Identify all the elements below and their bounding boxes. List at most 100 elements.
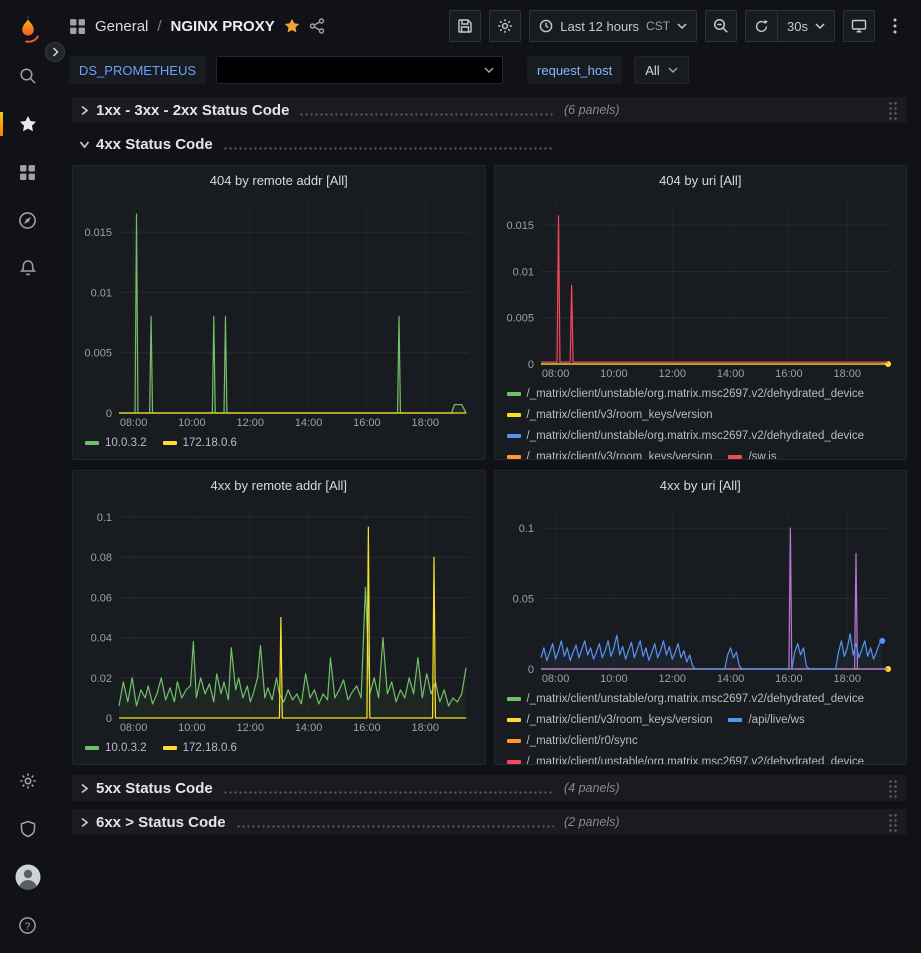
share-button[interactable] <box>309 18 325 34</box>
svg-text:14:00: 14:00 <box>295 722 323 734</box>
legend-swatch <box>507 455 521 459</box>
refresh-button-group: 30s <box>745 10 835 42</box>
time-series-chart[interactable]: 08:0010:0012:0014:0016:0018:0000.0050.01… <box>501 194 901 381</box>
breadcrumb: General / NGINX PROXY <box>69 18 325 35</box>
chevron-down-icon <box>484 67 494 73</box>
legend-item[interactable]: /_matrix/client/unstable/org.matrix.msc2… <box>507 688 865 709</box>
dashboard-settings-button[interactable] <box>489 10 521 42</box>
refresh-interval-dropdown[interactable]: 30s <box>777 10 835 42</box>
time-series-chart[interactable]: 08:0010:0012:0014:0016:0018:0000.050.1 <box>501 499 901 686</box>
cycle-view-mode-button[interactable] <box>843 10 875 42</box>
time-series-chart[interactable]: 08:0010:0012:0014:0016:0018:0000.0050.01… <box>79 194 479 430</box>
row-4xx[interactable]: 4xx Status Code <box>72 131 907 157</box>
gear-icon <box>497 18 513 34</box>
chart-legend: 10.0.3.2 172.18.0.6 <box>73 430 485 459</box>
explore-nav-item[interactable] <box>0 196 55 244</box>
grafana-app: ? General / NGINX PROXY <box>0 0 921 953</box>
panel-title[interactable]: 404 by remote addr [All] <box>73 166 485 194</box>
panel-title[interactable]: 4xx by uri [All] <box>495 471 907 499</box>
svg-text:18:00: 18:00 <box>411 722 439 734</box>
legend-label: /sw.js <box>748 451 776 460</box>
legend-swatch <box>507 739 521 743</box>
legend-item[interactable]: 10.0.3.2 <box>85 737 147 758</box>
svg-text:12:00: 12:00 <box>236 722 264 734</box>
datasource-variable-select[interactable] <box>216 56 503 84</box>
svg-text:14:00: 14:00 <box>716 368 744 380</box>
request-host-variable-select[interactable]: All <box>634 56 688 84</box>
search-nav-item[interactable] <box>0 52 55 100</box>
svg-text:18:00: 18:00 <box>833 673 861 685</box>
dashboards-nav-item[interactable] <box>0 148 55 196</box>
row-panel-count: (2 panels) <box>564 815 620 829</box>
svg-text:0: 0 <box>106 713 112 725</box>
svg-text:0.05: 0.05 <box>512 594 533 606</box>
svg-text:18:00: 18:00 <box>411 417 439 429</box>
legend-item[interactable]: /_matrix/client/v3/room_keys/version <box>507 709 713 730</box>
legend-swatch <box>163 441 177 445</box>
save-dashboard-button[interactable] <box>449 10 481 42</box>
legend-swatch <box>85 441 99 445</box>
dashboard-title[interactable]: NGINX PROXY <box>171 18 275 35</box>
chevron-down-icon <box>815 23 825 29</box>
more-options-button[interactable] <box>883 10 907 42</box>
server-admin-nav-item[interactable] <box>0 805 55 853</box>
legend-label: 10.0.3.2 <box>105 742 147 754</box>
chevron-right-icon <box>52 47 59 57</box>
panel-title[interactable]: 4xx by remote addr [All] <box>73 471 485 499</box>
row-5xx[interactable]: 5xx Status Code (4 panels) <box>72 775 907 801</box>
user-profile-nav-item[interactable] <box>0 853 55 901</box>
sidebar-expand-button[interactable] <box>45 42 65 62</box>
datasource-variable-label[interactable]: DS_PROMETHEUS <box>69 56 206 84</box>
legend-item[interactable]: /api/live/ws <box>728 709 804 730</box>
breadcrumb-folder[interactable]: General <box>95 18 148 35</box>
legend-item[interactable]: 10.0.3.2 <box>85 432 147 453</box>
row-6xx[interactable]: 6xx > Status Code (2 panels) <box>72 809 907 835</box>
bell-icon <box>19 259 37 277</box>
row-drag-handle[interactable] <box>888 779 898 798</box>
row-1xx-3xx-2xx[interactable]: 1xx - 3xx - 2xx Status Code (6 panels) <box>72 97 907 123</box>
legend-item[interactable]: /_matrix/client/v3/room_keys/version <box>507 446 713 459</box>
time-range-picker[interactable]: Last 12 hours CST <box>529 10 697 42</box>
panel-404-by-uri: 404 by uri [All] 08:0010:0012:0014:0016:… <box>494 165 908 460</box>
dashboard-grid-icon <box>69 18 86 35</box>
row-drag-handle[interactable] <box>888 813 898 832</box>
svg-text:0.01: 0.01 <box>91 287 112 299</box>
panel-title[interactable]: 404 by uri [All] <box>495 166 907 194</box>
time-series-chart[interactable]: 08:0010:0012:0014:0016:0018:0000.020.040… <box>79 499 479 735</box>
legend-item[interactable]: /_matrix/client/unstable/org.matrix.msc2… <box>507 383 865 404</box>
request-host-variable-label[interactable]: request_host <box>527 56 622 84</box>
breadcrumb-divider: / <box>157 18 161 35</box>
legend-item[interactable]: /_matrix/client/v3/room_keys/version <box>507 404 713 425</box>
clock-icon <box>539 19 553 33</box>
svg-text:0: 0 <box>527 664 533 676</box>
configuration-nav-item[interactable] <box>0 757 55 805</box>
starred-nav-item[interactable] <box>0 100 55 148</box>
row-drag-handle[interactable] <box>888 101 898 120</box>
legend-swatch <box>507 697 521 701</box>
svg-text:0.01: 0.01 <box>512 266 533 278</box>
legend-item[interactable]: 172.18.0.6 <box>163 737 237 758</box>
legend-item[interactable]: /_matrix/client/r0/sync <box>507 730 638 751</box>
row-title: 1xx - 3xx - 2xx Status Code <box>96 102 289 119</box>
legend-item[interactable]: /sw.js <box>728 446 776 459</box>
grafana-flame-icon <box>14 14 42 44</box>
svg-text:0.015: 0.015 <box>84 227 112 239</box>
svg-text:0.1: 0.1 <box>518 523 533 535</box>
legend-item[interactable]: /_matrix/client/unstable/org.matrix.msc2… <box>507 425 865 446</box>
svg-text:0.04: 0.04 <box>91 633 112 645</box>
svg-text:0.015: 0.015 <box>506 220 534 232</box>
favorite-toggle[interactable] <box>284 18 300 34</box>
legend-item[interactable]: /_matrix/client/unstable/org.matrix.msc2… <box>507 751 865 764</box>
svg-text:0.005: 0.005 <box>506 313 534 325</box>
legend-item[interactable]: 172.18.0.6 <box>163 432 237 453</box>
dashboard-canvas: 1xx - 3xx - 2xx Status Code (6 panels) 4… <box>55 88 921 953</box>
help-nav-item[interactable]: ? <box>0 901 55 949</box>
refresh-button[interactable] <box>745 10 777 42</box>
gear-icon <box>19 772 37 790</box>
alerting-nav-item[interactable] <box>0 244 55 292</box>
row-panel-count: (4 panels) <box>564 781 620 795</box>
zoom-out-button[interactable] <box>705 10 737 42</box>
panel-grid: 404 by remote addr [All] 08:0010:0012:00… <box>72 165 907 765</box>
legend-swatch <box>507 392 521 396</box>
navbar-actions: Last 12 hours CST <box>449 10 907 42</box>
